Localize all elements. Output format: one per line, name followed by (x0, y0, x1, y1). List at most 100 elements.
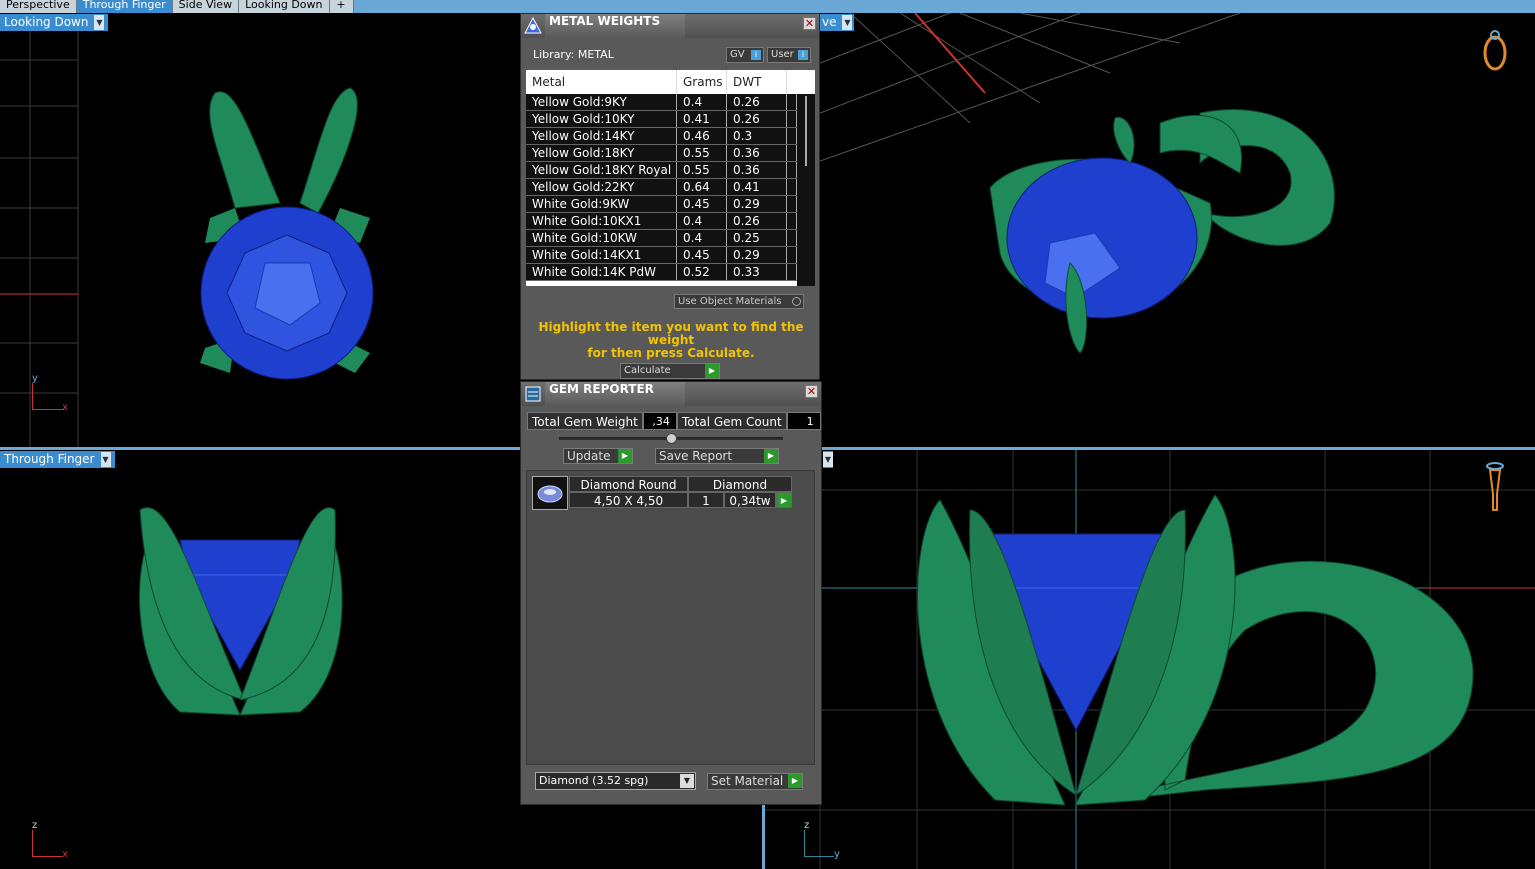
close-icon[interactable]: ✕ (803, 17, 816, 30)
slider-handle[interactable] (666, 433, 677, 444)
metal-name-cell: White Gold:9KW (526, 196, 677, 212)
gem-thumbnail-icon (532, 476, 568, 510)
looking-down-scene (0, 13, 374, 447)
table-header: Metal Grams DWT (526, 70, 815, 94)
table-row[interactable]: White Gold:14K PdW 0.52 0.33 (526, 264, 815, 281)
total-gem-weight: Total Gem Weight ,34 (527, 412, 677, 430)
grams-cell: 0.55 (677, 162, 727, 178)
tab-perspective[interactable]: Perspective (0, 0, 77, 13)
table-scrollbar[interactable] (797, 94, 815, 286)
set-material-button[interactable]: Set Material ▶ (707, 773, 803, 790)
table-row[interactable]: White Gold:14KX1 0.45 0.29 (526, 247, 815, 264)
metal-weights-icon (521, 14, 545, 38)
save-report-button[interactable]: Save Report ▶ (655, 448, 779, 464)
save-report-label: Save Report (659, 449, 733, 463)
gem-reporter-titlebar[interactable]: GEM REPORTER ✕ (521, 382, 821, 406)
viewport-label-through-finger[interactable]: Through Finger ▼ (0, 451, 115, 468)
play-icon[interactable]: ▶ (776, 492, 792, 508)
viewport-side-view[interactable]: ▼ z y (765, 450, 1535, 869)
chevron-down-icon[interactable]: ▼ (94, 15, 105, 30)
user-toggle[interactable]: User i (767, 47, 811, 63)
row-spacer (787, 213, 797, 229)
table-row[interactable]: Yellow Gold:18KY Royal 0.55 0.36 (526, 162, 815, 179)
radio-icon[interactable] (792, 297, 801, 306)
toggle-indicator-icon: i (798, 50, 808, 60)
table-row[interactable]: Yellow Gold:22KY 0.64 0.41 (526, 179, 815, 196)
tab-through-finger[interactable]: Through Finger (76, 0, 173, 13)
calculate-label: Calculate (624, 365, 671, 376)
column-header-dwt[interactable]: DWT (727, 70, 787, 94)
total-gem-weight-label: Total Gem Weight (527, 412, 643, 430)
viewport-label-side-view[interactable]: ▼ (823, 451, 833, 468)
calculate-button[interactable]: Calculate ▶ (620, 363, 720, 379)
metal-name-cell: White Gold:10KW (526, 230, 677, 246)
through-finger-scene (139, 507, 343, 716)
viewport-perspective[interactable]: ve ▼ (820, 13, 1535, 447)
use-object-materials-option[interactable]: Use Object Materials (674, 294, 804, 309)
viewport-label-text: Through Finger (4, 452, 95, 466)
chevron-down-icon[interactable]: ▼ (842, 15, 853, 30)
tab-looking-down[interactable]: Looking Down (239, 0, 330, 13)
play-icon: ▶ (705, 364, 719, 378)
dwt-cell: 0.41 (727, 179, 787, 195)
metal-weights-table: Metal Grams DWT Yellow Gold:9KY 0.4 0.26 Ye… (526, 70, 815, 286)
gv-toggle[interactable]: GV i (726, 47, 764, 63)
table-row[interactable]: White Gold:10KW 0.4 0.25 (526, 230, 815, 247)
row-spacer (787, 264, 797, 280)
column-header-metal[interactable]: Metal (526, 70, 677, 94)
table-row[interactable]: Yellow Gold:10KY 0.41 0.26 (526, 111, 815, 128)
total-gem-count-value: 1 (786, 412, 821, 430)
grams-cell: 0.45 (677, 196, 727, 212)
gem-material: Diamond (688, 476, 792, 492)
metal-weights-titlebar[interactable]: METAL WEIGHTS ✕ (521, 14, 819, 38)
total-gem-count: Total Gem Count 1 (677, 412, 821, 430)
table-row[interactable]: Yellow Gold:14KY 0.46 0.3 (526, 128, 815, 145)
play-icon: ▶ (788, 774, 802, 788)
row-spacer (787, 230, 797, 246)
close-icon[interactable]: ✕ (805, 385, 818, 398)
table-row[interactable]: White Gold:9KW 0.45 0.29 (526, 196, 815, 213)
scrollbar-thumb[interactable] (805, 96, 807, 166)
play-icon: ▶ (618, 449, 632, 463)
grams-cell: 0.4 (677, 230, 727, 246)
grams-cell: 0.41 (677, 111, 727, 127)
axis-z-label: z (32, 820, 38, 831)
table-row[interactable]: White Gold:10KX1 0.4 0.26 (526, 213, 815, 230)
metal-rows: Yellow Gold:9KY 0.4 0.26 Yellow Gold:10KY 0.… (526, 94, 815, 281)
chevron-down-icon[interactable]: ▼ (823, 452, 833, 467)
gem-shape: Diamond Round (569, 476, 688, 492)
grams-cell: 0.4 (677, 213, 727, 229)
gem-row[interactable]: Diamond Round Diamond 4,50 X 4,50 1 0,34… (532, 476, 794, 510)
side-view-scene (765, 450, 1535, 869)
size-slider[interactable] (559, 433, 783, 444)
table-row[interactable]: Yellow Gold:9KY 0.4 0.26 (526, 94, 815, 111)
metal-weights-title: METAL WEIGHTS (545, 14, 685, 38)
toggle-indicator-icon: i (751, 50, 761, 60)
dwt-cell: 0.29 (727, 247, 787, 263)
tab-side-view[interactable]: Side View (172, 0, 240, 13)
metal-name-cell: Yellow Gold:18KY (526, 145, 677, 161)
gem-reporter-icon (521, 382, 545, 406)
gem-weight: 0,34tw (724, 492, 776, 508)
row-spacer (787, 196, 797, 212)
chevron-down-icon[interactable]: ▼ (680, 774, 694, 788)
viewport-through-finger[interactable]: Through Finger ▼ z x (0, 450, 520, 869)
chevron-down-icon[interactable]: ▼ (100, 452, 111, 467)
material-select[interactable]: Diamond (3.52 spg) ▼ (535, 772, 696, 790)
update-button[interactable]: Update ▶ (563, 448, 633, 464)
ring-side-icon[interactable] (1483, 460, 1507, 517)
metal-name-cell: White Gold:10KX1 (526, 213, 677, 229)
metal-name-cell: Yellow Gold:9KY (526, 94, 677, 110)
ring-view-icon[interactable] (1480, 29, 1510, 76)
table-row[interactable]: Yellow Gold:18KY 0.55 0.36 (526, 145, 815, 162)
axis-x-label: x (62, 849, 68, 860)
axis-y-label: y (32, 373, 38, 384)
grams-cell: 0.52 (677, 264, 727, 280)
add-tab-button[interactable]: + (329, 0, 354, 13)
column-header-grams[interactable]: Grams (677, 70, 727, 94)
viewport-label-looking-down[interactable]: Looking Down ▼ (0, 14, 109, 31)
metal-name-cell: White Gold:14K PdW (526, 264, 677, 280)
viewport-looking-down[interactable]: Looking Down ▼ y x (0, 13, 520, 447)
viewport-label-perspective[interactable]: ve ▼ (820, 14, 855, 31)
dwt-cell: 0.36 (727, 145, 787, 161)
